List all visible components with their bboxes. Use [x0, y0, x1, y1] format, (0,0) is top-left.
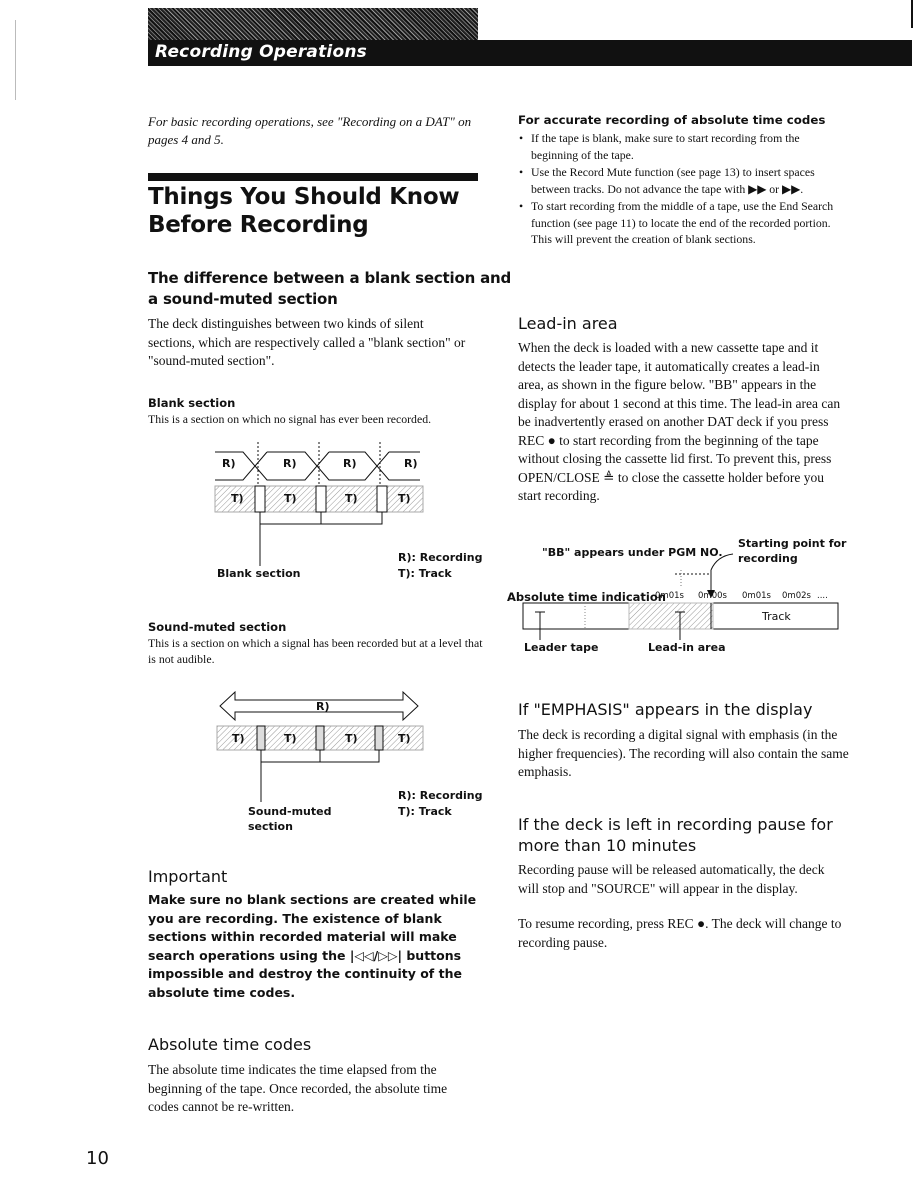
pause-heading-line1: If the deck is left in recording pause f…	[518, 815, 833, 834]
lead-in-hatched-area	[628, 602, 714, 630]
muted-gap-3	[374, 725, 384, 751]
legend-recording: R): Recording	[398, 551, 483, 564]
blank-bracket-2	[321, 512, 383, 525]
rec-label-1: R)	[222, 457, 236, 470]
muted-legend-track: T): Track	[398, 805, 452, 818]
recording-arrows	[215, 442, 420, 484]
header-texture	[148, 8, 478, 40]
muted-track-label-1: T)	[232, 732, 245, 745]
blank-caption: Blank section	[217, 567, 301, 580]
leader-tape-label: Leader tape	[524, 641, 599, 654]
accurate-recording-list: If the tape is blank, make sure to start…	[518, 130, 843, 249]
track-label-2: T)	[284, 492, 297, 505]
legend-track: T): Track	[398, 567, 452, 580]
muted-track-label-3: T)	[345, 732, 358, 745]
bullet-item: Use the Record Mute function (see page 1…	[518, 164, 843, 197]
start-pointer-curve	[710, 553, 734, 571]
absolute-time-body: The absolute time indicates the time ela…	[148, 1062, 448, 1114]
rec-label-2: R)	[283, 457, 297, 470]
rec-label-4: R)	[404, 457, 418, 470]
rec-label-3: R)	[343, 457, 357, 470]
emphasis-body: The deck is recording a digital signal w…	[518, 727, 849, 779]
lead-in-heading: Lead-in area	[518, 314, 618, 333]
difference-heading-line1: The difference between a blank section a…	[148, 269, 512, 287]
pause-body-2: To resume recording, press REC ●. The de…	[518, 916, 842, 950]
blank-gap-1	[254, 485, 266, 513]
emphasis-heading: If "EMPHASIS" appears in the display	[518, 700, 813, 719]
time-value-1: 0m01s	[742, 591, 771, 601]
bullet-item: To start recording from the middle of a …	[518, 198, 843, 248]
sound-muted-heading: Sound-muted section	[148, 620, 287, 634]
accurate-recording-heading: For accurate recording of absolute time …	[518, 113, 826, 127]
time-value-2: 0m02s	[782, 591, 811, 601]
muted-rec-label: R)	[316, 700, 330, 713]
lead-in-body: When the deck is loaded with a new casse…	[518, 340, 841, 503]
blank-bracket-1	[259, 512, 322, 525]
time-value-ellipsis: ....	[817, 591, 828, 601]
margin-rule	[911, 0, 913, 28]
blank-gap-2	[315, 485, 327, 513]
blank-section-body: This is a section on which no signal has…	[148, 412, 432, 426]
muted-caption-line2: section	[248, 820, 293, 833]
track-label: Track	[762, 610, 791, 623]
muted-bracket-2	[320, 750, 380, 763]
blank-section-heading: Blank section	[148, 396, 236, 410]
title-rule	[148, 173, 478, 181]
muted-track-label-4: T)	[398, 732, 411, 745]
page-number: 10	[86, 1148, 109, 1169]
difference-heading-line2: a sound-muted section	[148, 290, 338, 308]
main-title-line2: Before Recording	[148, 212, 369, 238]
blank-gap-3	[376, 485, 388, 513]
main-title-line1: Things You Should Know	[148, 184, 460, 210]
pause-body-1: Recording pause will be released automat…	[518, 862, 825, 896]
pause-heading-line2: more than 10 minutes	[518, 836, 697, 855]
section-header-title: Recording Operations	[155, 42, 367, 62]
scan-edge-line	[15, 20, 16, 100]
time-value-neg1: 0m01s	[655, 591, 684, 601]
intro-text: For basic recording operations, see "Rec…	[148, 114, 472, 147]
absolute-time-heading: Absolute time codes	[148, 1035, 312, 1054]
muted-gap-1	[256, 725, 266, 751]
muted-caption-line1: Sound-muted	[248, 805, 332, 818]
time-value-0: 0m00s	[698, 591, 727, 601]
important-heading: Important	[148, 867, 228, 886]
track-label-1: T)	[231, 492, 244, 505]
muted-bracket-1	[260, 750, 321, 763]
bullet-item: If the tape is blank, make sure to start…	[518, 130, 843, 163]
track-label-3: T)	[345, 492, 358, 505]
muted-gap-2	[315, 725, 325, 751]
difference-body: The deck distinguishes between two kinds…	[148, 316, 466, 368]
lead-in-area-label: Lead-in area	[648, 641, 726, 654]
abs-time-label: Absolute time indication	[507, 590, 666, 604]
sound-muted-body: This is a section on which a signal has …	[148, 636, 483, 666]
important-body: Make sure no blank sections are created …	[148, 892, 477, 1000]
muted-legend-recording: R): Recording	[398, 789, 483, 802]
muted-track-label-2: T)	[284, 732, 297, 745]
track-label-4: T)	[398, 492, 411, 505]
